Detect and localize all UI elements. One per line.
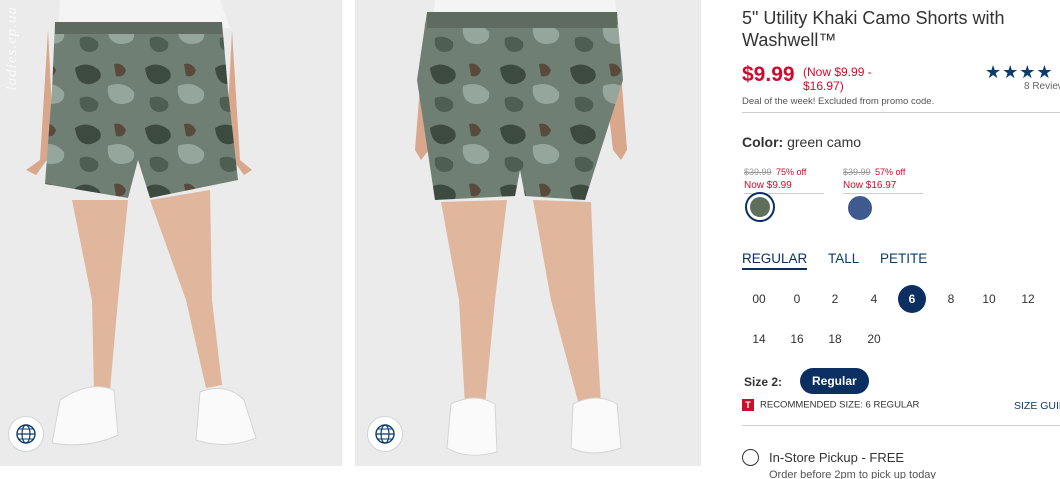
- swatch-price-blue: $39.99 57% off Now $16.97: [843, 162, 923, 194]
- recommended-size-text: RECOMMENDED SIZE: 6 REGULAR: [760, 399, 920, 411]
- size-option[interactable]: 20: [860, 325, 888, 353]
- product-info-panel: 5" Utility Khaki Camo Shorts with Washwe…: [742, 0, 1060, 479]
- color-label-row: Color: green camo: [742, 134, 861, 150]
- size-option[interactable]: 16: [783, 325, 811, 353]
- pickup-note: Order before 2pm to pick up today: [769, 469, 936, 479]
- product-image-front[interactable]: ladies.ep.ua: [0, 0, 342, 466]
- size-option[interactable]: 2: [821, 285, 849, 313]
- tab-petite[interactable]: PETITE: [880, 251, 927, 268]
- tab-tall[interactable]: TALL: [828, 251, 859, 268]
- size-option[interactable]: 12: [1014, 285, 1042, 313]
- color-label: Color:: [742, 134, 784, 150]
- product-title: 5" Utility Khaki Camo Shorts with Washwe…: [742, 8, 1005, 50]
- deal-note: Deal of the week! Excluded from promo co…: [742, 96, 935, 107]
- swatch-now-price: Now $16.97: [843, 180, 897, 191]
- tab-regular[interactable]: REGULAR: [742, 251, 808, 270]
- swatch-price-green: $39.99 75% off Now $9.99: [744, 162, 824, 194]
- globe-360-icon[interactable]: [8, 416, 44, 452]
- size-option[interactable]: 4: [860, 285, 888, 313]
- size-summary-label: Size 2:: [744, 375, 783, 389]
- divider: [742, 425, 1060, 426]
- swatch-old-price: $39.99: [843, 167, 871, 177]
- recommended-size: T RECOMMENDED SIZE: 6 REGULAR: [742, 399, 919, 411]
- sale-price: $9.99: [742, 63, 795, 86]
- size-option[interactable]: 18: [821, 325, 849, 353]
- review-count-link[interactable]: 8 Reviews: [1024, 81, 1060, 92]
- color-value: green camo: [787, 134, 862, 150]
- back-view-illustration: [355, 0, 701, 466]
- swatch-discount: 57% off: [874, 167, 906, 177]
- color-swatch-green-camo[interactable]: [745, 192, 775, 222]
- price-range: (Now $9.99 - $16.97): [803, 65, 872, 93]
- color-swatch-blue-camo[interactable]: [848, 196, 872, 220]
- front-view-illustration: [0, 0, 342, 466]
- product-image-back[interactable]: [355, 0, 701, 466]
- size-option[interactable]: 0: [783, 285, 811, 313]
- rating-stars-icon[interactable]: ★★★★: [985, 62, 1054, 83]
- pickup-radio[interactable]: [742, 449, 759, 466]
- swatch-now-price: Now $9.99: [744, 180, 792, 191]
- globe-icon-graphic: [375, 424, 395, 444]
- divider: [742, 112, 1060, 113]
- swatch-old-price: $39.99: [744, 167, 772, 177]
- globe-360-icon[interactable]: [367, 416, 403, 452]
- pickup-label[interactable]: In-Store Pickup - FREE: [769, 450, 904, 465]
- size-option-selected[interactable]: 6: [898, 285, 926, 313]
- true-fit-badge-icon: T: [742, 399, 754, 411]
- swatch-underline: [843, 193, 923, 194]
- size-option[interactable]: 00: [745, 285, 773, 313]
- globe-icon-graphic: [16, 424, 36, 444]
- size-summary-pill[interactable]: Regular: [800, 368, 869, 394]
- watermark-text: ladies.ep.ua: [4, 6, 20, 91]
- size-option[interactable]: 10: [975, 285, 1003, 313]
- swatch-fill: [750, 197, 770, 217]
- size-option[interactable]: 8: [937, 285, 965, 313]
- size-option[interactable]: 14: [745, 325, 773, 353]
- swatch-discount: 75% off: [775, 167, 807, 177]
- size-guide-link[interactable]: SIZE GUIDE: [1014, 400, 1060, 412]
